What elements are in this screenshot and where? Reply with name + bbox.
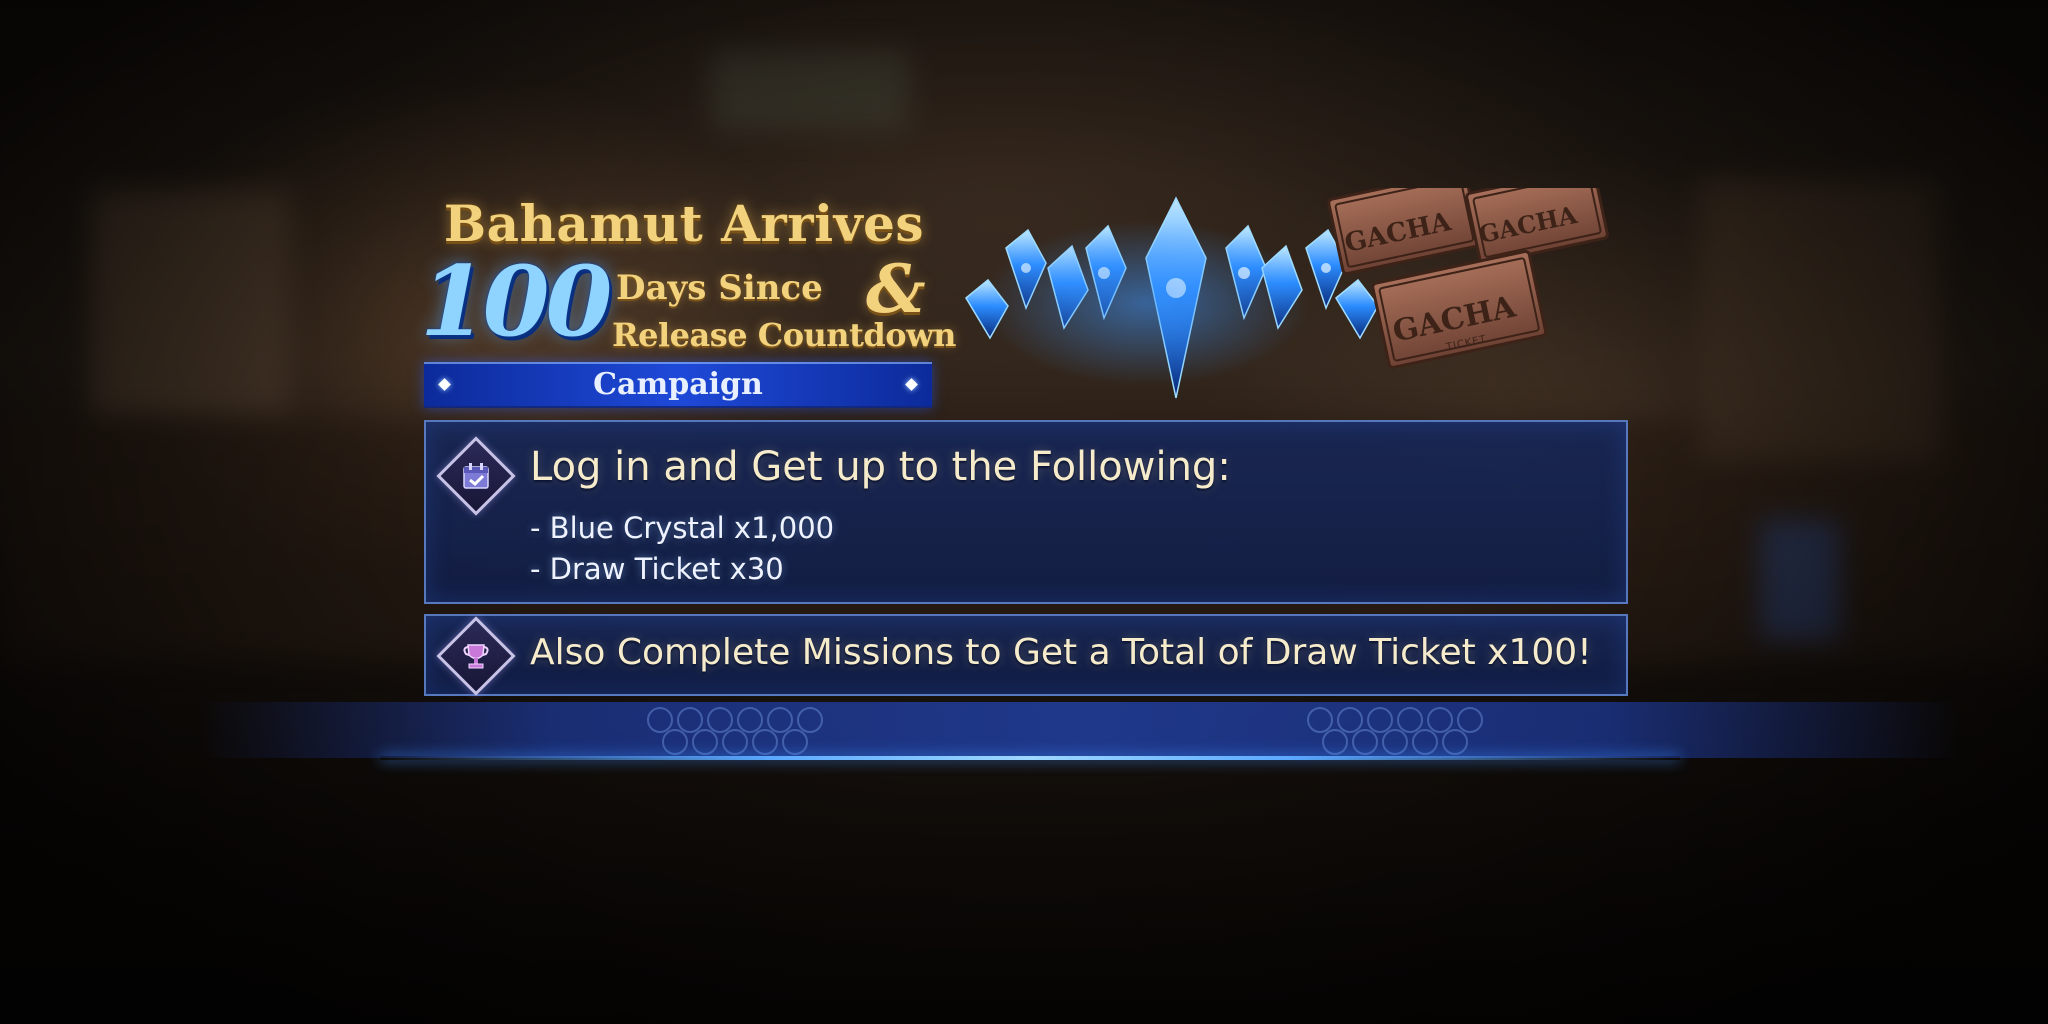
title-release-countdown: Release Countdown — [612, 316, 956, 354]
login-heading: Log in and Get up to the Following: — [530, 444, 1231, 490]
missions-panel: Also Complete Missions to Get a Total of… — [424, 614, 1628, 696]
campaign-banner: Bahamut Arrives 100 Days Since & Release… — [0, 0, 2048, 1024]
bg-sign — [710, 50, 910, 130]
title-days-since: Days Since — [616, 268, 823, 308]
reward-draw-ticket: - Draw Ticket x30 — [530, 552, 784, 586]
login-reward-panel: Log in and Get up to the Following: - Bl… — [424, 420, 1628, 604]
trophy-icon — [436, 616, 516, 696]
glow-line — [380, 756, 1680, 760]
bg-window-left — [90, 190, 290, 420]
reward-blue-crystal: - Blue Crystal x1,000 — [530, 511, 835, 545]
login-reward-list: - Blue Crystal x1,000 - Draw Ticket x30 — [530, 508, 834, 590]
missions-heading: Also Complete Missions to Get a Total of… — [530, 632, 1592, 673]
decorative-strip — [200, 702, 1960, 758]
campaign-label-bar: Campaign — [424, 362, 932, 408]
bg-door-right — [1760, 520, 1840, 640]
reward-art: GACHA GACHA GACHA TICKET — [936, 166, 1616, 408]
hexagon-pattern-icon — [647, 707, 1483, 755]
bg-shelf-right — [1700, 180, 1940, 460]
crystal-glow — [936, 188, 1356, 408]
title-number: 100 — [420, 245, 612, 358]
campaign-label: Campaign — [593, 367, 763, 402]
calendar-check-icon — [436, 436, 516, 516]
